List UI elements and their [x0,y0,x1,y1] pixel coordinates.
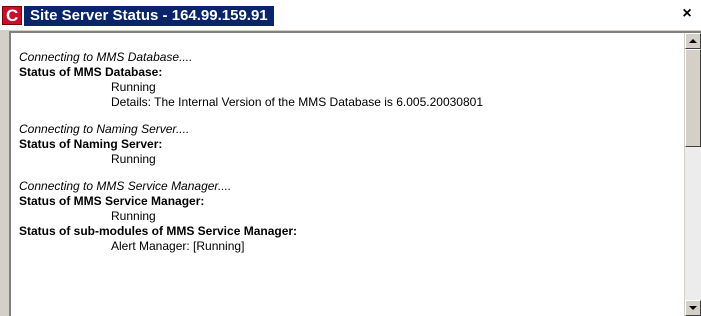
mms-database-connecting-text: Connecting to MMS Database.... [19,50,193,64]
naming-server-status-value: Running [111,152,156,166]
naming-server-connecting-text: Connecting to Naming Server.... [19,122,190,136]
mms-database-status-heading: Status of MMS Database: [19,65,163,79]
scrollbar-thumb[interactable] [685,49,701,147]
window-title: Site Server Status - 164.99.159.91 [24,6,274,26]
scroll-up-arrow-icon [689,39,697,43]
mms-database-status-value: Running [111,80,156,94]
app-logo-icon [2,6,22,26]
title-bar[interactable]: Site Server Status - 164.99.159.91 × [0,0,701,31]
service-manager-status-heading: Status of MMS Service Manager: [19,194,205,208]
close-button[interactable]: × [679,6,695,22]
scroll-up-button[interactable] [685,33,701,49]
mms-database-details: Details: The Internal Version of the MMS… [111,95,484,109]
naming-server-status-heading: Status of Naming Server: [19,137,163,151]
site-server-status-window: Site Server Status - 164.99.159.91 × Con… [0,0,701,316]
status-log-panel: Connecting to MMS Database.... Status of… [9,31,701,316]
scroll-down-arrow-icon [689,306,697,310]
vertical-scrollbar[interactable] [684,33,701,316]
scroll-down-button[interactable] [685,300,701,316]
status-log-content: Connecting to MMS Database.... Status of… [19,38,681,254]
service-manager-connecting-text: Connecting to MMS Service Manager.... [19,179,232,193]
submodules-status-heading: Status of sub-modules of MMS Service Man… [19,224,298,238]
service-manager-status-value: Running [111,209,156,223]
submodule-status-line: Alert Manager: [Running] [111,239,245,253]
